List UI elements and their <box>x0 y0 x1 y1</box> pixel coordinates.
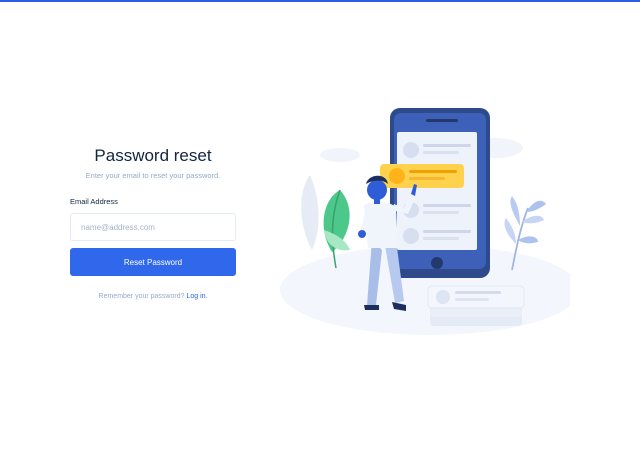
card-stack-icon <box>427 285 525 326</box>
highlight-card-icon <box>380 164 464 188</box>
login-link[interactable]: Log in. <box>186 293 207 300</box>
page-subtitle: Enter your email to reset your password. <box>85 171 221 180</box>
phone-icon <box>390 108 490 278</box>
reset-password-button[interactable]: Reset Password <box>70 248 236 276</box>
phone-user-illustration <box>280 100 580 335</box>
remember-password-row: Remember your password? Log in. <box>70 293 236 300</box>
remember-text: Remember your password? <box>98 293 185 300</box>
email-label: Email Address <box>70 197 118 206</box>
reset-form: Password reset Enter your email to reset… <box>70 145 236 300</box>
page-title: Password reset <box>94 146 212 165</box>
email-field[interactable] <box>70 213 236 241</box>
top-accent-bar <box>0 0 640 2</box>
